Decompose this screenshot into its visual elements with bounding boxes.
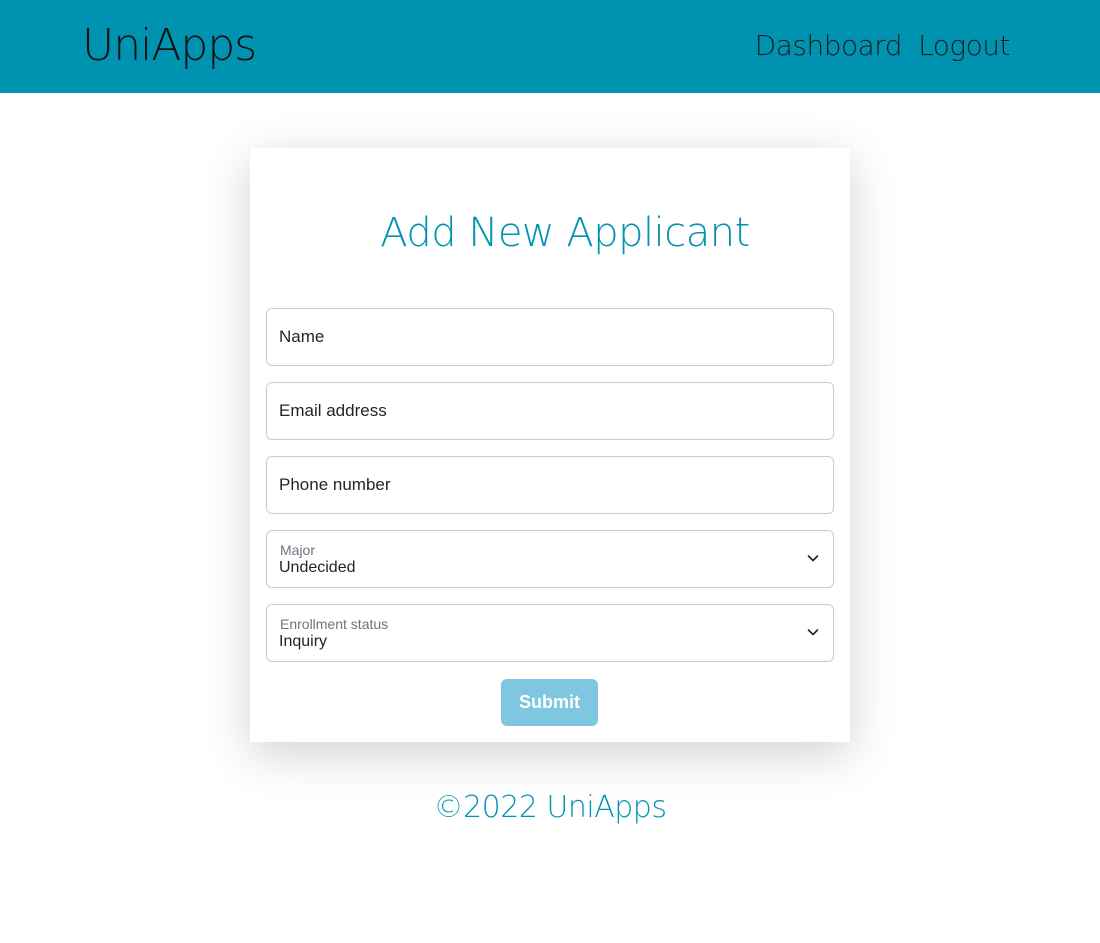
chevron-down-icon — [807, 555, 819, 562]
top-navbar: UniApps Dashboard Logout — [0, 0, 1100, 93]
nav-link-logout[interactable]: Logout — [918, 28, 1010, 64]
major-select[interactable]: Major Undecided — [266, 530, 834, 588]
brand-logo[interactable]: UniApps — [82, 18, 257, 74]
phone-input[interactable] — [267, 457, 833, 513]
email-field[interactable] — [266, 382, 834, 440]
nav-link-dashboard[interactable]: Dashboard — [755, 28, 903, 64]
major-select-value: Undecided — [279, 559, 356, 576]
submit-button[interactable]: Submit — [501, 679, 598, 726]
form-title: Add New Applicant — [380, 210, 750, 256]
email-input[interactable] — [267, 383, 833, 439]
enrollment-status-label: Enrollment status — [280, 616, 389, 632]
name-input[interactable] — [267, 309, 833, 365]
enrollment-status-select[interactable]: Enrollment status Inquiry — [266, 604, 834, 662]
major-select-label: Major — [280, 542, 316, 558]
phone-field[interactable] — [266, 456, 834, 514]
name-field[interactable] — [266, 308, 834, 366]
enrollment-status-value: Inquiry — [279, 633, 328, 650]
footer-copyright: ©2022 UniApps — [433, 790, 667, 825]
chevron-down-icon — [807, 629, 819, 636]
nav-links: Dashboard Logout — [755, 28, 1011, 64]
